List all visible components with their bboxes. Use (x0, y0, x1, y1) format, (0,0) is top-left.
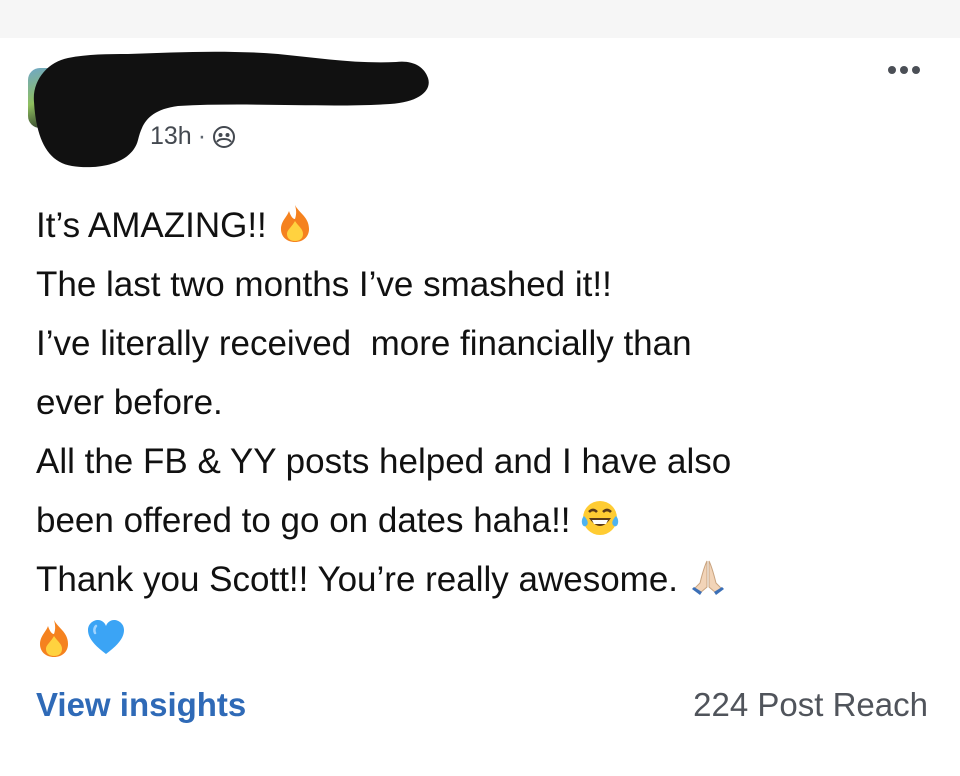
tears-of-joy-emoji-icon (582, 501, 619, 535)
folded-hands-emoji-icon (691, 560, 724, 595)
more-dot (888, 66, 896, 74)
post-line: been offered to go on dates haha!! (36, 491, 936, 550)
top-strip (0, 0, 960, 38)
more-dot (912, 66, 920, 74)
post-line: I’ve literally received more financially… (36, 324, 692, 363)
post-reach-count: 224 Post Reach (693, 686, 928, 723)
view-insights-link[interactable]: View insights (36, 686, 246, 724)
post-footer: View insights 224 Post Reach (36, 686, 928, 724)
post-line: ever before. (36, 383, 223, 422)
post-text: It’s AMAZING!! The last two months I’ve … (36, 196, 936, 670)
post-time[interactable]: 13h (150, 122, 192, 151)
more-options-button[interactable] (888, 66, 920, 74)
post-line: The last two months I’ve smashed it!! (36, 265, 612, 304)
post-emoji-line (36, 611, 936, 670)
more-dot (900, 66, 908, 74)
fire-emoji-icon (40, 620, 68, 657)
post-line: All the FB & YY posts helped and I have … (36, 442, 732, 481)
meta-separator: · (197, 122, 207, 150)
post-line: It’s AMAZING!! (36, 196, 936, 255)
post-card: 13h · It’s AMAZING!! The last two months… (0, 38, 960, 776)
blue-heart-emoji-icon (88, 620, 124, 654)
post-meta: 13h · (150, 122, 236, 151)
fire-emoji-icon (280, 205, 309, 242)
friends-icon[interactable] (212, 125, 236, 149)
post-line: Thank you Scott!! You’re really awesome. (36, 550, 936, 609)
